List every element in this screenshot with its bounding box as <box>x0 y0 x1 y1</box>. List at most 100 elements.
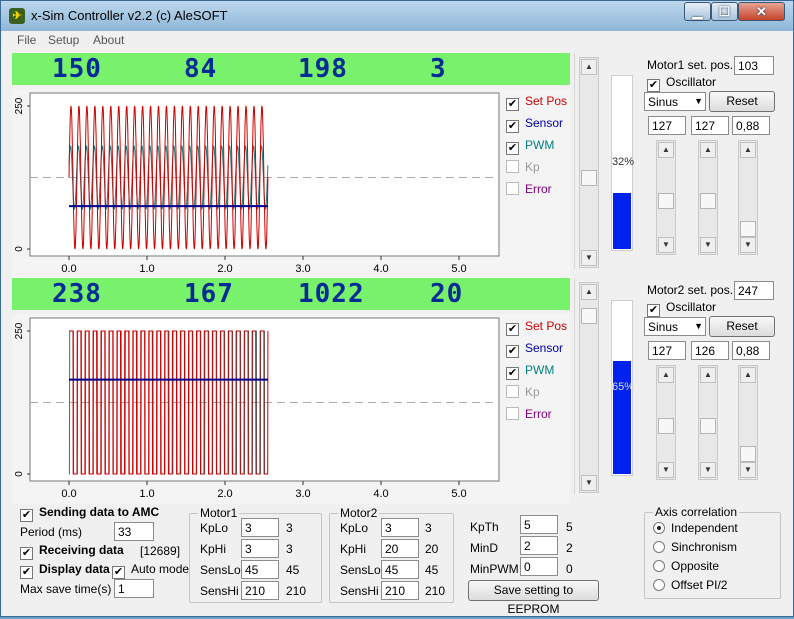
param-input[interactable]: 210 <box>241 581 279 600</box>
legend-item-error[interactable]: Error <box>506 407 552 421</box>
scroll-down-icon[interactable]: ▼ <box>740 237 756 253</box>
oscillator-param-slider[interactable]: ▲ ▼ <box>698 140 718 255</box>
scroll-up-icon[interactable]: ▲ <box>581 59 597 75</box>
maximize-button[interactable]: ☐ <box>711 2 738 21</box>
wave-select[interactable]: Sinus ▼ <box>644 92 706 111</box>
set-pos-input[interactable]: 247 <box>734 281 774 300</box>
checkbox-icon[interactable]: ✔ <box>647 304 660 317</box>
max-save-input[interactable]: 1 <box>114 579 154 598</box>
scroll-up-icon[interactable]: ▲ <box>700 367 716 383</box>
scroll-thumb[interactable] <box>740 446 756 462</box>
scroll-thumb[interactable] <box>581 308 597 324</box>
checkbox-icon[interactable]: ✔ <box>506 367 519 380</box>
radio-icon[interactable] <box>653 541 665 553</box>
legend-item-error[interactable]: Error <box>506 182 552 196</box>
legend-item-set-pos[interactable]: ✔ Set Pos <box>506 319 567 336</box>
checkbox-icon[interactable]: ✔ <box>506 323 519 336</box>
oscillator-checkbox-row[interactable]: ✔ Oscillator <box>647 300 716 317</box>
checkbox-icon[interactable] <box>506 182 519 195</box>
checkbox-icon[interactable] <box>506 407 519 420</box>
oscillator-param-input[interactable]: 127 <box>691 116 729 135</box>
scroll-thumb[interactable] <box>658 418 674 434</box>
axis-correlation-option[interactable]: Offset PI/2 <box>653 578 727 592</box>
wave-select[interactable]: Sinus ▼ <box>644 317 706 336</box>
oscillator-param-slider[interactable]: ▲ ▼ <box>738 365 758 480</box>
position-scrollbar[interactable]: ▲ ▼ <box>579 57 599 268</box>
save-eeprom-button[interactable]: Save setting to EEPROM <box>468 580 599 616</box>
radio-icon[interactable] <box>653 522 665 534</box>
axis-correlation-option[interactable]: Sinchronism <box>653 540 737 554</box>
radio-icon[interactable] <box>653 560 665 572</box>
param-input[interactable]: 3 <box>241 518 279 537</box>
oscillator-param-slider[interactable]: ▲ ▼ <box>738 140 758 255</box>
checkbox-icon[interactable] <box>506 160 519 173</box>
oscillator-param-input[interactable]: 126 <box>691 341 729 360</box>
param-input[interactable]: 45 <box>241 560 279 579</box>
param-input[interactable]: 3 <box>381 518 419 537</box>
param-input[interactable]: 45 <box>381 560 419 579</box>
checkbox-icon[interactable]: ✔ <box>506 345 519 358</box>
sending-data-checkbox-row[interactable]: ✔ Sending data to AMC <box>20 505 159 522</box>
axis-correlation-option[interactable]: Independent <box>653 521 738 535</box>
oscillator-param-input[interactable]: 0,88 <box>732 116 770 135</box>
legend-item-set-pos[interactable]: ✔ Set Pos <box>506 94 567 111</box>
oscillator-param-slider[interactable]: ▲ ▼ <box>698 365 718 480</box>
scroll-thumb[interactable] <box>700 418 716 434</box>
oscillator-param-slider[interactable]: ▲ ▼ <box>656 365 676 480</box>
checkbox-icon[interactable]: ✔ <box>506 98 519 111</box>
param-input[interactable]: 5 <box>520 515 558 534</box>
legend-item-sensor[interactable]: ✔ Sensor <box>506 341 563 358</box>
minimize-button[interactable]: ▁ <box>684 2 711 21</box>
checkbox-icon[interactable]: ✔ <box>20 547 33 560</box>
oscillator-param-input[interactable]: 127 <box>648 116 686 135</box>
axis-correlation-option[interactable]: Opposite <box>653 559 719 573</box>
legend-item-sensor[interactable]: ✔ Sensor <box>506 116 563 133</box>
scroll-up-icon[interactable]: ▲ <box>700 142 716 158</box>
scroll-up-icon[interactable]: ▲ <box>581 284 597 300</box>
checkbox-icon[interactable]: ✔ <box>647 79 660 92</box>
oscillator-param-slider[interactable]: ▲ ▼ <box>656 140 676 255</box>
set-pos-input[interactable]: 103 <box>734 56 774 75</box>
scroll-up-icon[interactable]: ▲ <box>740 367 756 383</box>
scroll-up-icon[interactable]: ▲ <box>658 142 674 158</box>
auto-mode-checkbox-row[interactable]: ✔ Auto mode <box>112 562 189 579</box>
param-input[interactable]: 2 <box>520 536 558 555</box>
scroll-down-icon[interactable]: ▼ <box>700 237 716 253</box>
checkbox-icon[interactable] <box>506 385 519 398</box>
menu-setup[interactable]: Setup <box>48 33 79 47</box>
period-input[interactable]: 33 <box>114 522 154 541</box>
checkbox-icon[interactable]: ✔ <box>506 120 519 133</box>
close-button[interactable]: ✕ <box>738 2 785 21</box>
param-input[interactable]: 3 <box>241 539 279 558</box>
receiving-data-checkbox-row[interactable]: ✔ Receiving data <box>20 543 124 560</box>
display-data-checkbox-row[interactable]: ✔ Display data <box>20 562 110 579</box>
checkbox-icon[interactable]: ✔ <box>506 142 519 155</box>
scroll-thumb[interactable] <box>740 221 756 237</box>
checkbox-icon[interactable]: ✔ <box>112 566 125 579</box>
scroll-down-icon[interactable]: ▼ <box>658 462 674 478</box>
scroll-down-icon[interactable]: ▼ <box>740 462 756 478</box>
scroll-down-icon[interactable]: ▼ <box>658 237 674 253</box>
oscillator-param-input[interactable]: 127 <box>648 341 686 360</box>
scroll-down-icon[interactable]: ▼ <box>581 475 597 491</box>
param-input[interactable]: 210 <box>381 581 419 600</box>
scroll-up-icon[interactable]: ▲ <box>658 367 674 383</box>
menu-about[interactable]: About <box>93 33 124 47</box>
scroll-up-icon[interactable]: ▲ <box>740 142 756 158</box>
legend-item-kp[interactable]: Kp <box>506 160 540 174</box>
scroll-down-icon[interactable]: ▼ <box>700 462 716 478</box>
scroll-thumb[interactable] <box>581 170 597 186</box>
param-input[interactable]: 0 <box>520 557 558 576</box>
scroll-thumb[interactable] <box>700 193 716 209</box>
checkbox-icon[interactable]: ✔ <box>20 509 33 522</box>
oscillator-reset-button[interactable]: Reset <box>709 91 775 112</box>
oscillator-param-input[interactable]: 0,88 <box>732 341 770 360</box>
scroll-thumb[interactable] <box>658 193 674 209</box>
param-input[interactable]: 20 <box>381 539 419 558</box>
scroll-down-icon[interactable]: ▼ <box>581 250 597 266</box>
legend-item-kp[interactable]: Kp <box>506 385 540 399</box>
radio-icon[interactable] <box>653 579 665 591</box>
oscillator-checkbox-row[interactable]: ✔ Oscillator <box>647 75 716 92</box>
legend-item-pwm[interactable]: ✔ PWM <box>506 363 554 380</box>
checkbox-icon[interactable]: ✔ <box>20 566 33 579</box>
